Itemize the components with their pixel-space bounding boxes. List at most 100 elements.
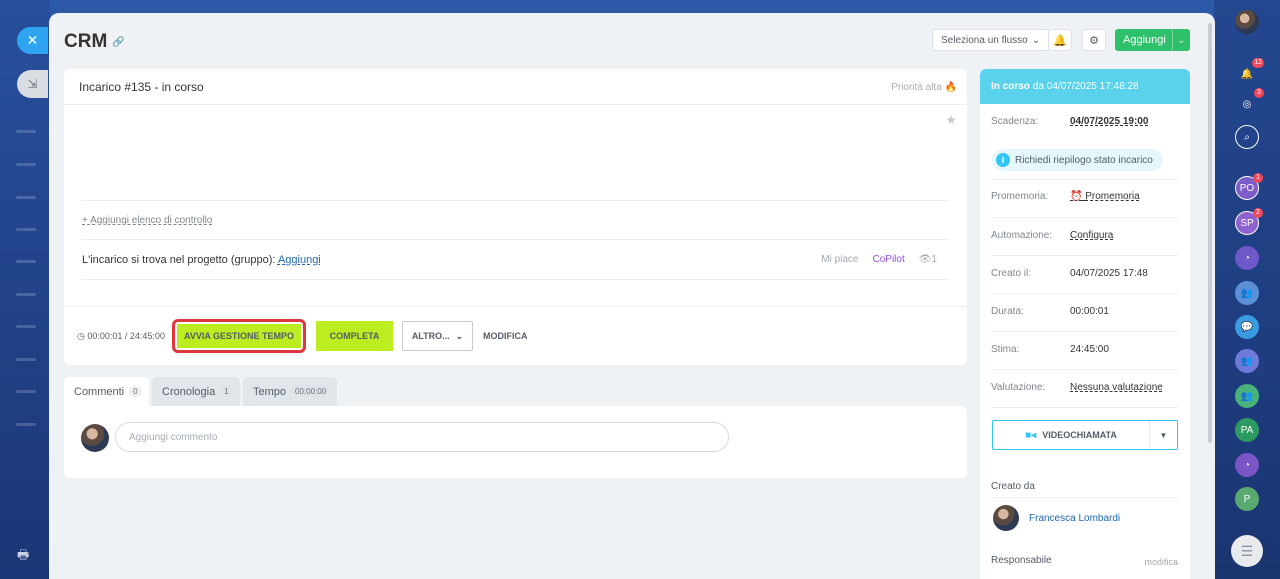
- status-since: da 04/07/2025 17:48:28: [1032, 81, 1139, 92]
- more-button[interactable]: ALTRO... ⌄: [402, 321, 473, 351]
- chevron-down-icon: ⌄: [1031, 34, 1041, 46]
- more-button-label: ALTRO...: [411, 331, 450, 341]
- task-reactions: Mi piace CoPilot 👁1: [821, 254, 937, 265]
- chevron-down-icon[interactable]: ▼: [1149, 421, 1177, 449]
- deadline-label: Scadenza:: [991, 116, 1039, 127]
- divider: [81, 200, 950, 201]
- channel-icon[interactable]: ◔: [1235, 453, 1259, 477]
- duration-row: Durata: 00:00:01: [991, 306, 1178, 317]
- tab-count: 0: [129, 386, 142, 397]
- divider: [81, 239, 950, 240]
- divider: [991, 217, 1178, 218]
- minimize-slider-button[interactable]: ⇲: [17, 70, 48, 98]
- divider: [991, 179, 1178, 180]
- responsible-label: Responsabile: [991, 555, 1052, 566]
- group-chat-icon[interactable]: 👥: [1235, 349, 1259, 373]
- contact-pa[interactable]: PA: [1235, 418, 1259, 442]
- group-chat-icon[interactable]: 👥: [1235, 384, 1259, 408]
- views-counter: 👁1: [919, 254, 937, 265]
- divider: [991, 369, 1178, 370]
- avatar[interactable]: [993, 505, 1019, 531]
- duration-label: Durata:: [991, 306, 1024, 317]
- start-time-tracking-button[interactable]: AVVIA GESTIONE TEMPO: [172, 319, 306, 353]
- tab-label: Commenti: [74, 385, 125, 398]
- scrollbar[interactable]: [1208, 23, 1212, 443]
- automation-value[interactable]: Configura: [1070, 230, 1113, 241]
- rating-label: Valutazione:: [991, 382, 1046, 393]
- creator-name-link[interactable]: Francesca Lombardi: [1029, 513, 1120, 524]
- rating-row: Valutazione: Nessuna valutazione: [991, 382, 1178, 393]
- complete-button[interactable]: COMPLETA: [316, 321, 393, 351]
- activity-icon[interactable]: ◎ 3: [1235, 88, 1264, 116]
- activity-badge: 3: [1254, 88, 1264, 98]
- flow-select-label: Seleziona un flusso: [941, 34, 1028, 46]
- notifications-badge: 12: [1252, 58, 1264, 68]
- left-nav-item: [16, 196, 36, 199]
- left-nav-item: [16, 130, 36, 133]
- channel-icon[interactable]: ◔: [1235, 246, 1259, 270]
- rating-value[interactable]: Nessuna valutazione: [1070, 382, 1163, 393]
- chat-search-icon[interactable]: ⌕: [1235, 125, 1259, 149]
- group-chat-icon[interactable]: 👥: [1235, 281, 1259, 305]
- menu-icon[interactable]: ☰: [1231, 535, 1263, 567]
- add-project-link[interactable]: Aggiungi: [278, 254, 321, 266]
- project-line: L'incarico si trova nel progetto (gruppo…: [82, 254, 321, 266]
- responsible-edit-link[interactable]: modifica: [1144, 557, 1178, 567]
- estimate-label: Stima:: [991, 344, 1020, 355]
- edit-button[interactable]: MODIFICA: [483, 331, 528, 341]
- status-label: In corso: [991, 81, 1030, 92]
- alarm-icon: ⏰: [1070, 191, 1083, 202]
- close-slider-button[interactable]: ✕: [17, 27, 48, 54]
- left-nav-item: [16, 390, 36, 393]
- add-checklist-link[interactable]: + Aggiungi elenco di controllo: [82, 215, 212, 226]
- deadline-value[interactable]: 04/07/2025 19:00: [1070, 116, 1148, 127]
- chevron-down-icon[interactable]: ⌄: [1173, 35, 1190, 46]
- created-row: Creato il: 04/07/2025 17:48: [991, 268, 1178, 279]
- notifications-icon[interactable]: 🔔 12: [1235, 58, 1264, 86]
- divider: [991, 255, 1178, 256]
- left-nav-item: [16, 228, 36, 231]
- messages-icon[interactable]: 💬: [1235, 315, 1259, 339]
- add-button[interactable]: Aggiungi ⌄: [1115, 29, 1190, 51]
- task-card: Incarico #135 - in corso Priorità alta 🔥…: [64, 69, 967, 365]
- contact-po-label: PO: [1239, 182, 1255, 194]
- divider: [81, 279, 950, 280]
- clock-icon: ◷: [77, 331, 85, 341]
- contact-sp-label: SP: [1240, 217, 1254, 229]
- contact-pa-label: PA: [1240, 424, 1254, 436]
- request-summary-button[interactable]: i Richiedi riepilogo stato incarico: [992, 149, 1163, 171]
- comment-input[interactable]: Aggiungi commento: [115, 422, 729, 452]
- request-summary-label: Richiedi riepilogo stato incarico: [1015, 154, 1153, 166]
- user-avatar[interactable]: [1235, 10, 1259, 34]
- created-value: 04/07/2025 17:48: [1070, 268, 1148, 279]
- print-icon[interactable]: 🖶: [17, 546, 33, 562]
- video-call-main[interactable]: ■◂ VIDEOCHIAMATA: [993, 430, 1149, 441]
- contact-po[interactable]: PO 1: [1235, 173, 1263, 200]
- star-icon[interactable]: ★: [945, 112, 957, 128]
- tab-comments[interactable]: Commenti 0: [64, 377, 149, 406]
- tab-time[interactable]: Tempo 00:00:00: [243, 377, 337, 406]
- task-slider-panel: CRM 🔗 Seleziona un flusso ⌄ 🔔 ⚙ Aggiungi…: [49, 13, 1215, 579]
- reminder-value[interactable]: ⏰ Promemoria: [1070, 191, 1140, 202]
- bell-icon[interactable]: 🔔: [1048, 29, 1072, 51]
- estimate-value: 24:45:00: [1070, 344, 1109, 355]
- tab-count: 1: [220, 386, 233, 397]
- tab-history[interactable]: Cronologia 1: [152, 377, 240, 406]
- like-link[interactable]: Mi piace: [821, 254, 858, 265]
- video-call-label: VIDEOCHIAMATA: [1042, 430, 1117, 440]
- gear-icon[interactable]: ⚙: [1082, 29, 1106, 51]
- tab-label: Tempo: [253, 385, 287, 398]
- created-by-label: Creato da: [991, 481, 1035, 492]
- contact-sp[interactable]: SP 2: [1235, 208, 1263, 235]
- contact-p[interactable]: P: [1235, 487, 1259, 511]
- chevron-down-icon: ⌄: [455, 330, 464, 341]
- reminder-label: Promemoria:: [991, 191, 1049, 202]
- link-icon[interactable]: 🔗: [112, 37, 124, 48]
- copilot-link[interactable]: CoPilot: [872, 254, 904, 265]
- divider: [64, 104, 967, 105]
- flow-select[interactable]: Seleziona un flusso ⌄: [932, 29, 1050, 51]
- video-call-button[interactable]: ■◂ VIDEOCHIAMATA ▼: [992, 420, 1178, 450]
- add-button-label: Aggiungi: [1115, 29, 1173, 51]
- priority-toggle[interactable]: Priorità alta 🔥: [891, 82, 957, 93]
- estimate-row: Stima: 24:45:00: [991, 344, 1178, 355]
